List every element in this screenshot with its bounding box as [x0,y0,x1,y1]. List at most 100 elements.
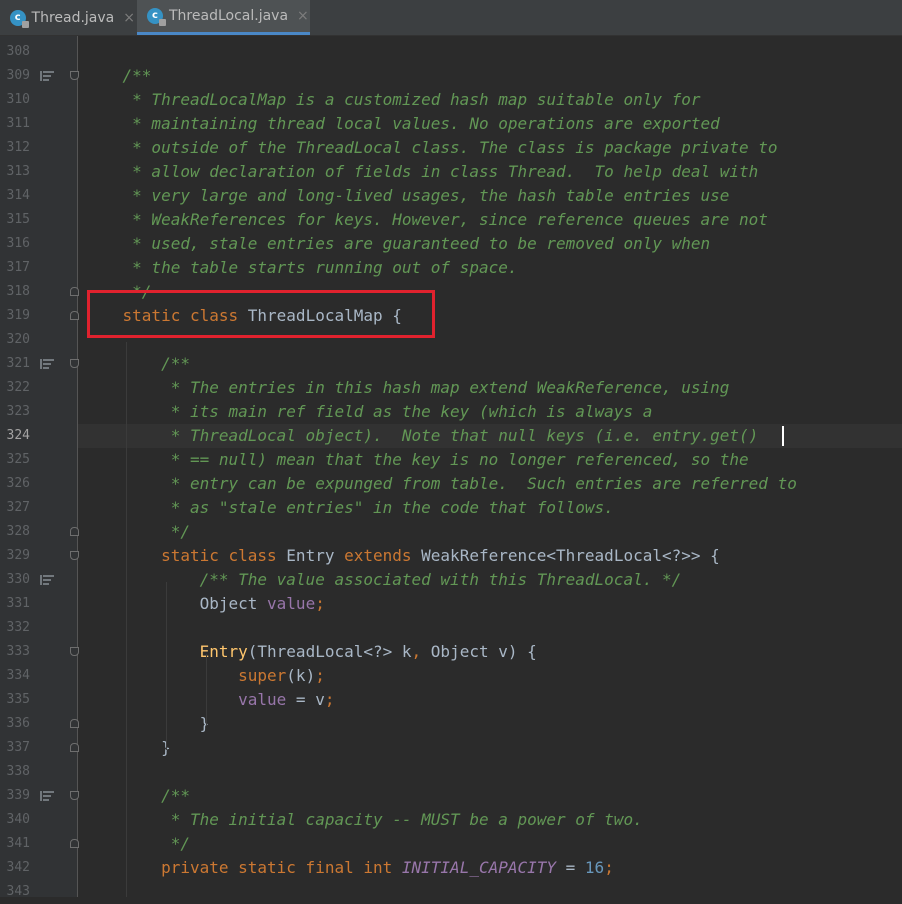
code-line[interactable]: 311 * maintaining thread local values. N… [0,112,902,136]
code-line[interactable]: 326 * entry can be expunged from table. … [0,472,902,496]
fold-marker-icon[interactable] [70,527,79,536]
line-number: 310 [6,92,30,107]
code-token: private static final int [84,858,402,877]
code-line[interactable]: 333 Entry(ThreadLocal<?> k, Object v) { [0,640,902,664]
code-token: value [84,690,296,709]
line-number: 335 [6,692,30,707]
line-background [78,40,902,64]
code-token: * maintaining thread local values. No op… [84,114,720,133]
fold-marker-icon[interactable] [70,71,79,80]
code-line[interactable]: 337 } [0,736,902,760]
code-line[interactable]: 308 [0,40,902,64]
fold-marker-icon[interactable] [70,791,79,800]
code-text: * The entries in this hash map extend We… [84,376,730,400]
code-token: * as "stale entries" in the code that fo… [84,498,614,517]
line-number: 321 [6,356,30,371]
code-line[interactable]: 325 * == null) mean that the key is no l… [0,448,902,472]
code-token: /** [84,66,152,85]
code-line[interactable]: 321 /** [0,352,902,376]
text-caret [782,426,784,446]
doc-comment-icon[interactable] [40,575,54,585]
code-text: * used, stale entries are guaranteed to … [84,232,710,256]
code-line[interactable]: 323 * its main ref field as the key (whi… [0,400,902,424]
fold-marker-icon[interactable] [70,647,79,656]
code-text: super(k); [84,664,325,688]
code-line[interactable]: 338 [0,760,902,784]
code-text: value = v; [84,688,334,712]
code-token: 16 [584,858,605,877]
code-line[interactable]: 324 * ThreadLocal object). Note that nul… [0,424,902,448]
tab-thread-java[interactable]: c Thread.java × [0,0,135,35]
line-number: 323 [6,404,30,419]
code-line[interactable]: 316 * used, stale entries are guaranteed… [0,232,902,256]
fold-marker-icon[interactable] [70,287,79,296]
code-line[interactable]: 332 [0,616,902,640]
line-number: 331 [6,596,30,611]
code-token: */ [84,522,190,541]
line-background [78,616,902,640]
close-icon[interactable]: × [123,10,135,26]
line-number: 317 [6,260,30,275]
code-line[interactable]: 329 static class Entry extends WeakRefer… [0,544,902,568]
line-number: 319 [6,308,30,323]
fold-marker-icon[interactable] [70,311,79,320]
highlight-box [87,290,435,338]
line-number: 329 [6,548,30,563]
code-line[interactable]: 334 super(k); [0,664,902,688]
line-number: 312 [6,140,30,155]
code-line[interactable]: 342 private static final int INITIAL_CAP… [0,856,902,880]
code-token: Object [84,594,268,613]
code-text: * allow declaration of fields in class T… [84,160,758,184]
line-number: 313 [6,164,30,179]
code-line[interactable]: 317 * the table starts running out of sp… [0,256,902,280]
code-line[interactable]: 341 */ [0,832,902,856]
tab-threadlocal-java[interactable]: c ThreadLocal.java × [137,0,310,35]
code-text: * as "stale entries" in the code that fo… [84,496,614,520]
line-number: 314 [6,188,30,203]
code-line[interactable]: 309 /** [0,64,902,88]
code-token: */ [84,834,190,853]
code-line[interactable]: 331 Object value; [0,592,902,616]
fold-marker-icon[interactable] [70,839,79,848]
code-line[interactable]: 315 * WeakReferences for keys. However, … [0,208,902,232]
code-line[interactable]: 330 /** The value associated with this T… [0,568,902,592]
fold-marker-icon[interactable] [70,743,79,752]
code-token: * == null) mean that the key is no longe… [84,450,749,469]
code-line[interactable]: 312 * outside of the ThreadLocal class. … [0,136,902,160]
code-token: = v [295,690,325,709]
code-token: INITIAL_CAPACITY [401,858,566,877]
close-icon[interactable]: × [297,8,309,24]
code-line[interactable]: 343 [0,880,902,904]
code-line[interactable]: 335 value = v; [0,688,902,712]
code-token: = [565,858,585,877]
code-line[interactable]: 328 */ [0,520,902,544]
code-line[interactable]: 339 /** [0,784,902,808]
doc-comment-icon[interactable] [40,71,54,81]
code-line[interactable]: 322 * The entries in this hash map exten… [0,376,902,400]
code-line[interactable]: 340 * The initial capacity -- MUST be a … [0,808,902,832]
code-editor[interactable]: 308 309 /** 310 * ThreadLocalMap is a cust… [0,36,902,899]
fold-marker-icon[interactable] [70,359,79,368]
line-number: 341 [6,836,30,851]
code-text: /** [84,784,190,808]
code-line[interactable]: 327 * as "stale entries" in the code tha… [0,496,902,520]
line-background [78,784,902,808]
code-token: * The entries in this hash map extend We… [84,378,730,397]
fold-marker-icon[interactable] [70,551,79,560]
code-token: * ThreadLocalMap is a customized hash ma… [84,90,701,109]
fold-marker-icon[interactable] [70,719,79,728]
code-text: static class Entry extends WeakReference… [84,544,720,568]
line-number: 339 [6,788,30,803]
doc-comment-icon[interactable] [40,359,54,369]
line-background [78,520,902,544]
code-line[interactable]: 313 * allow declaration of fields in cla… [0,160,902,184]
code-token: * used, stale entries are guaranteed to … [84,234,711,253]
doc-comment-icon[interactable] [40,791,54,801]
code-line[interactable]: 314 * very large and long-lived usages, … [0,184,902,208]
code-text: /** [84,64,152,88]
code-text: } [84,736,171,760]
code-token: * very large and long-lived usages, the … [84,186,730,205]
code-line[interactable]: 310 * ThreadLocalMap is a customized has… [0,88,902,112]
code-text: * the table starts running out of space. [84,256,517,280]
code-line[interactable]: 336 } [0,712,902,736]
